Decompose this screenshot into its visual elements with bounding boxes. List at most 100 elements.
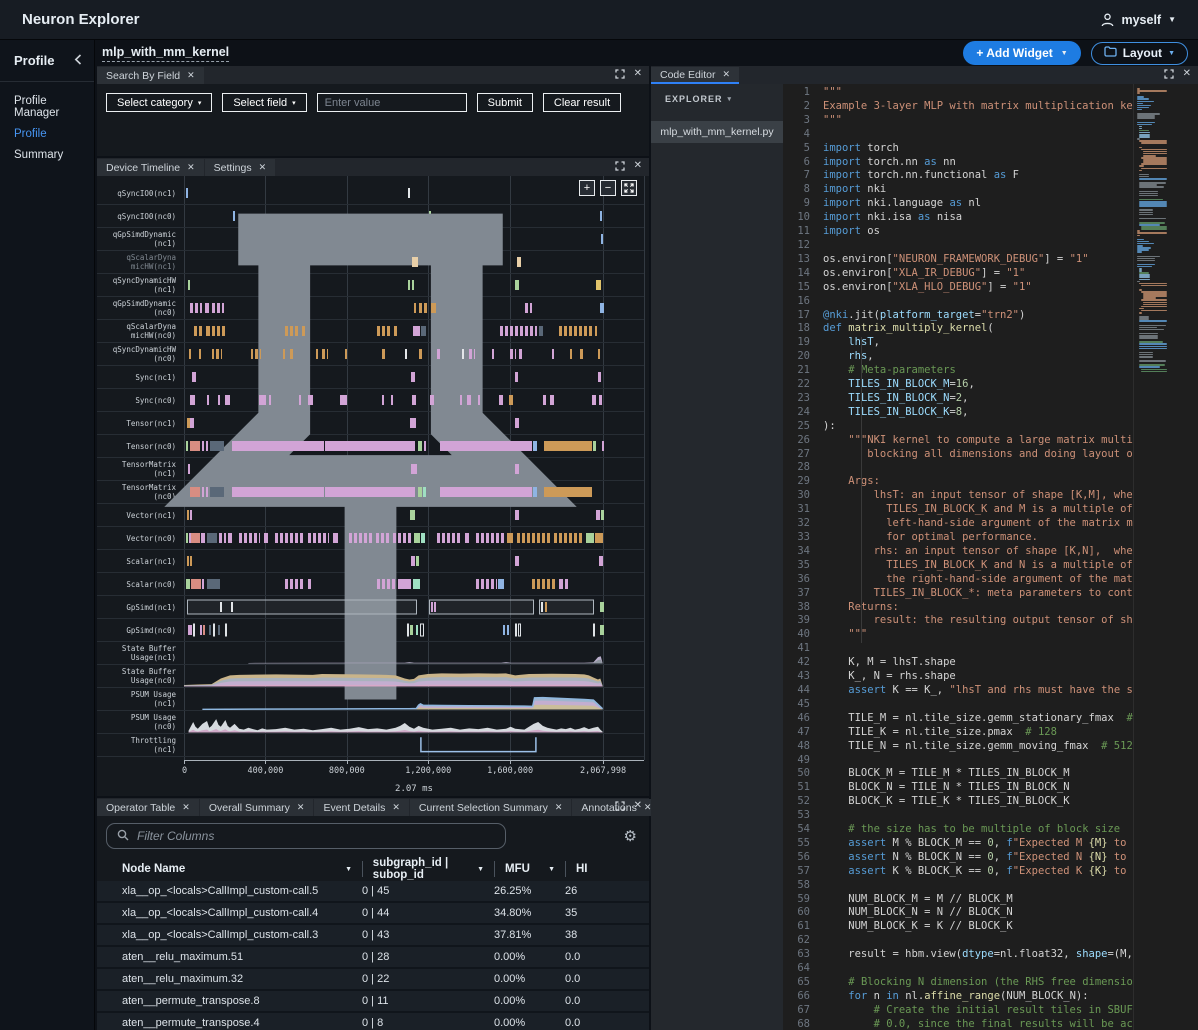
timeline-event[interactable] [598, 372, 601, 382]
timeline-event[interactable] [202, 441, 204, 451]
timeline-event[interactable] [418, 487, 422, 497]
timeline-event[interactable] [412, 280, 414, 290]
tab-event-details[interactable]: Event Details✕ [314, 799, 408, 816]
timeline-event[interactable] [199, 349, 201, 359]
file-item[interactable]: mlp_with_mm_kernel.py [651, 121, 783, 143]
timeline-event[interactable] [225, 624, 227, 637]
timeline-event[interactable] [212, 303, 224, 313]
timeline-event[interactable] [598, 349, 600, 359]
timeline-event[interactable] [187, 418, 189, 428]
timeline-event[interactable] [202, 579, 204, 589]
timeline-event[interactable] [190, 441, 201, 451]
timeline-event[interactable] [210, 441, 224, 451]
timeline-event[interactable] [407, 624, 409, 637]
timeline-event[interactable] [570, 349, 572, 359]
timeline-event[interactable] [419, 303, 429, 313]
timeline-event[interactable] [393, 533, 412, 543]
timeline-event[interactable] [410, 418, 416, 428]
timeline-event[interactable] [216, 349, 222, 359]
timeline-event[interactable] [188, 280, 190, 290]
timeline-event[interactable] [212, 349, 214, 359]
timeline-event[interactable] [601, 510, 603, 520]
timeline-event[interactable] [440, 487, 532, 497]
timeline-event[interactable] [290, 349, 296, 359]
timeline-event[interactable] [275, 533, 303, 543]
timeline-event[interactable] [414, 303, 416, 313]
clear-result-button[interactable]: Clear result [543, 93, 621, 112]
timeline-row-track[interactable] [184, 573, 644, 595]
timeline-event[interactable] [467, 395, 472, 405]
sort-icon[interactable]: ▼ [477, 866, 494, 873]
timeline-event[interactable] [228, 533, 232, 543]
timeline-event[interactable] [187, 556, 189, 566]
timeline-event[interactable] [207, 533, 217, 543]
sidebar-collapse-icon[interactable] [74, 54, 82, 68]
timeline-event[interactable] [377, 326, 392, 336]
gear-icon[interactable]: ⚙ [624, 827, 637, 845]
zoom-in-button[interactable]: + [579, 180, 595, 196]
add-widget-button[interactable]: + Add Widget▼ [963, 41, 1080, 65]
select-category-dropdown[interactable]: Select category▾ [106, 93, 212, 112]
timeline-event[interactable] [382, 349, 388, 359]
timeline-event[interactable] [593, 624, 595, 637]
close-icon[interactable]: ✕ [722, 69, 730, 80]
timeline-event[interactable] [414, 533, 420, 543]
timeline-event[interactable] [231, 602, 233, 612]
timeline-event[interactable] [308, 395, 313, 405]
timeline-event[interactable] [408, 280, 410, 290]
timeline-event[interactable] [498, 579, 504, 589]
timeline-event[interactable] [188, 625, 193, 635]
timeline-event[interactable] [188, 464, 190, 474]
timeline-row-track[interactable] [184, 435, 644, 457]
timeline-event[interactable] [201, 533, 204, 543]
sidebar-item-summary[interactable]: Summary [14, 149, 94, 161]
tab-device-timeline[interactable]: Device Timeline✕ [97, 159, 204, 176]
timeline-event[interactable] [554, 533, 584, 543]
timeline-event[interactable] [219, 533, 226, 543]
timeline-event[interactable] [376, 533, 390, 543]
timeline-row-track[interactable] [184, 297, 644, 319]
timeline-event[interactable] [411, 464, 417, 474]
tab-settings[interactable]: Settings✕ [205, 159, 276, 176]
timeline-event[interactable] [340, 395, 346, 405]
timeline-event[interactable] [259, 395, 265, 405]
close-icon[interactable]: ✕ [634, 68, 642, 79]
timeline-event[interactable] [592, 395, 596, 405]
timeline-event[interactable] [225, 395, 230, 405]
timeline-event[interactable] [437, 533, 460, 543]
timeline-event[interactable] [424, 441, 427, 451]
table-row[interactable]: xla__op_<locals>CallImpl_custom-call.30 … [97, 925, 649, 947]
timeline-row-track[interactable] [184, 251, 644, 273]
column-header-4[interactable]: HI [565, 861, 649, 877]
timeline-row-track[interactable] [184, 343, 644, 365]
timeline-event[interactable] [212, 326, 225, 336]
timeline-event[interactable] [207, 579, 220, 589]
timeline-event[interactable] [476, 579, 497, 589]
table-row[interactable]: aten__relu_maximum.320 | 220.00%0.0 [97, 969, 649, 991]
timeline-event[interactable] [596, 280, 601, 290]
timeline-event[interactable] [191, 579, 201, 589]
close-icon[interactable]: ✕ [297, 802, 305, 813]
timeline-event[interactable] [599, 395, 601, 405]
timeline-event[interactable] [316, 349, 318, 359]
timeline-event[interactable] [544, 441, 592, 451]
timeline-event[interactable] [191, 533, 199, 543]
table-row[interactable]: aten__permute_transpose.80 | 110.00%0.0 [97, 991, 649, 1013]
timeline-event[interactable] [416, 556, 418, 566]
timeline-row-track[interactable] [184, 366, 644, 388]
expand-icon[interactable] [1164, 69, 1174, 79]
timeline-event[interactable] [503, 625, 505, 635]
expand-icon[interactable] [615, 801, 625, 811]
timeline-event[interactable] [186, 441, 188, 451]
timeline-event[interactable] [507, 625, 509, 635]
timeline-row-track[interactable] [184, 458, 644, 480]
timeline-event[interactable] [519, 349, 524, 359]
timeline-event[interactable] [515, 556, 519, 566]
tab-current-selection-summary[interactable]: Current Selection Summary✕ [410, 799, 572, 816]
timeline-event[interactable] [596, 510, 600, 520]
timeline-event[interactable] [206, 441, 208, 451]
timeline-event[interactable] [412, 395, 416, 405]
timeline-event[interactable] [525, 303, 532, 313]
timeline-event[interactable] [220, 602, 222, 612]
timeline-event[interactable] [550, 395, 554, 405]
